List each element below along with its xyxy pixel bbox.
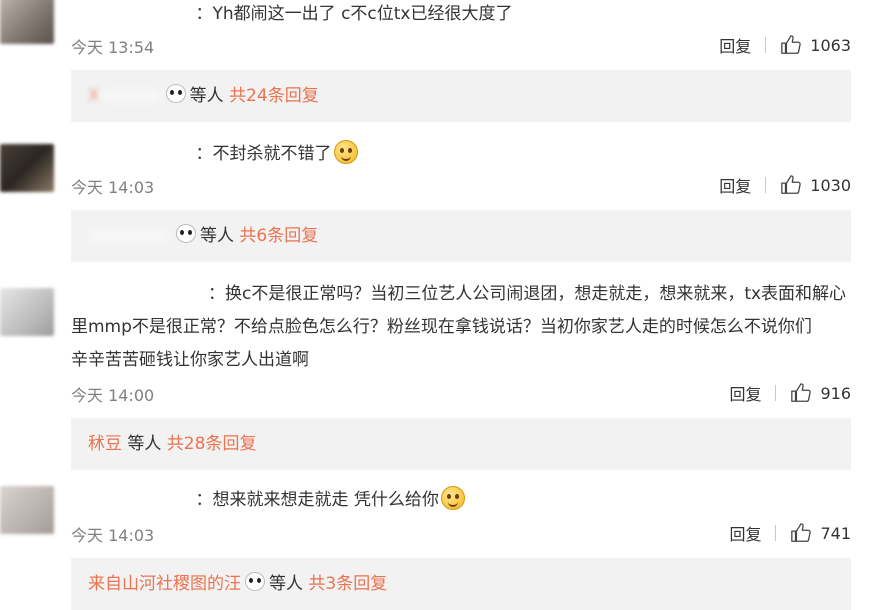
comment-text-line: 里mmp不是很正常？不给点脸色怎么行？粉丝现在拿钱说话？当初你家艺人走的时候怎么… bbox=[71, 313, 812, 342]
smiley-emoji-icon bbox=[440, 486, 465, 510]
divider bbox=[775, 385, 777, 401]
username[interactable]: ⠀⠀⠀⠀⠀⠀⠀⠀⠀⠀⠀ bbox=[71, 280, 208, 309]
comment-text: 想来就来想走就走 凭什么给你 bbox=[212, 490, 439, 510]
comment-meta: 今天 14:03 回复 741 bbox=[71, 520, 851, 546]
comment-meta: 今天 13:54 回复 1063 bbox=[71, 32, 851, 58]
reply-button[interactable]: 回复 bbox=[719, 33, 751, 57]
like-button[interactable]: 1030 bbox=[780, 174, 851, 196]
reply-summary[interactable]: 等人 共6条回复 bbox=[71, 210, 851, 262]
reply-suffix: 等人 bbox=[189, 86, 224, 106]
like-count: 1030 bbox=[810, 175, 851, 195]
like-count: 1063 bbox=[810, 35, 851, 55]
reply-total-link[interactable]: 共6条回复 bbox=[239, 226, 318, 246]
thumbs-up-icon bbox=[791, 523, 812, 542]
username[interactable]: ⠀⠀⠀⠀⠀⠀⠀⠀⠀⠀ bbox=[71, 0, 196, 29]
divider bbox=[765, 177, 767, 193]
comment-text-line: ⠀⠀⠀⠀⠀⠀⠀⠀⠀⠀：不封杀就不错了 bbox=[71, 140, 358, 169]
reply-suffix: 等人 bbox=[200, 226, 234, 246]
thumbs-up-icon bbox=[781, 175, 802, 194]
avatar[interactable] bbox=[0, 144, 54, 192]
reply-button[interactable]: 回复 bbox=[719, 173, 751, 197]
username[interactable]: ⠀⠀⠀⠀⠀⠀⠀⠀⠀⠀ bbox=[71, 486, 196, 515]
thumbs-up-icon bbox=[791, 383, 812, 402]
panda-emoji-icon bbox=[245, 572, 265, 591]
like-count: 916 bbox=[820, 383, 851, 403]
comment-text: 里mmp不是很正常？不给点脸色怎么行？粉丝现在拿钱说话？当初你家艺人走的时候怎么… bbox=[71, 317, 812, 337]
reply-button[interactable]: 回复 bbox=[729, 521, 761, 545]
comment-text: 不封杀就不错了 bbox=[212, 144, 332, 164]
reply-username[interactable]: 秫豆 bbox=[88, 434, 122, 454]
avatar[interactable] bbox=[0, 288, 54, 336]
reply-total-link[interactable]: 共28条回复 bbox=[167, 434, 257, 454]
timestamp: 今天 14:03 bbox=[71, 526, 155, 545]
thumbs-up-icon bbox=[781, 35, 802, 54]
reply-username[interactable]: 来自山河社稷图的汪 bbox=[88, 574, 241, 594]
comment-text-line: ⠀⠀⠀⠀⠀⠀⠀⠀⠀⠀：想来就来想走就走 凭什么给你 bbox=[71, 486, 465, 515]
timestamp: 今天 13:54 bbox=[71, 38, 155, 57]
reply-suffix: 等人 bbox=[127, 434, 162, 454]
comment-text: 换c不是很正常吗？当初三位艺人公司闹退团，想走就走，想来就来，tx表面和解心 bbox=[224, 284, 847, 304]
comment-text-line: ⠀⠀⠀⠀⠀⠀⠀⠀⠀⠀：Yh都闹这一出了 c不c位tx已经很大度了 bbox=[71, 0, 513, 29]
like-button[interactable]: 1063 bbox=[780, 34, 851, 56]
reply-summary[interactable]: X 等人 共24条回复 bbox=[71, 70, 851, 122]
comment-actions: 回复 1063 bbox=[719, 32, 851, 58]
username[interactable]: ⠀⠀⠀⠀⠀⠀⠀⠀⠀⠀ bbox=[71, 140, 196, 169]
reply-button[interactable]: 回复 bbox=[729, 381, 761, 405]
reply-summary[interactable]: 秫豆 等人 共28条回复 bbox=[71, 418, 851, 470]
timestamp: 今天 14:03 bbox=[71, 178, 155, 197]
panda-emoji-icon bbox=[176, 224, 196, 243]
reply-total-link[interactable]: 共24条回复 bbox=[229, 86, 319, 106]
like-button[interactable]: 916 bbox=[790, 382, 851, 404]
comment-text: 辛辛苦苦砸钱让你家艺人出道啊 bbox=[71, 350, 309, 370]
comment-actions: 回复 916 bbox=[729, 380, 851, 406]
reply-total-link[interactable]: 共3条回复 bbox=[308, 574, 387, 594]
reply-username[interactable]: X bbox=[88, 86, 100, 106]
comment-text-line: 辛辛苦苦砸钱让你家艺人出道啊 bbox=[71, 346, 309, 375]
comment-text-line: ⠀⠀⠀⠀⠀⠀⠀⠀⠀⠀⠀：换c不是很正常吗？当初三位艺人公司闹退团，想走就走，想来… bbox=[71, 280, 846, 309]
avatar[interactable] bbox=[0, 0, 54, 44]
reply-summary[interactable]: 来自山河社稷图的汪 等人 共3条回复 bbox=[71, 558, 851, 610]
comment-meta: 今天 14:00 回复 916 bbox=[71, 380, 851, 406]
panda-emoji-icon bbox=[165, 84, 186, 103]
comment-meta: 今天 14:03 回复 1030 bbox=[71, 172, 851, 198]
reply-suffix: 等人 bbox=[269, 574, 303, 594]
avatar[interactable] bbox=[0, 486, 54, 534]
divider bbox=[765, 37, 767, 53]
timestamp: 今天 14:00 bbox=[71, 386, 155, 405]
like-count: 741 bbox=[820, 523, 851, 543]
comment-actions: 回复 1030 bbox=[719, 172, 851, 198]
like-button[interactable]: 741 bbox=[790, 522, 851, 544]
divider bbox=[775, 525, 777, 541]
comment-actions: 回复 741 bbox=[729, 520, 851, 546]
smiley-emoji-icon bbox=[333, 140, 358, 164]
comment-text: Yh都闹这一出了 c不c位tx已经很大度了 bbox=[212, 4, 513, 24]
